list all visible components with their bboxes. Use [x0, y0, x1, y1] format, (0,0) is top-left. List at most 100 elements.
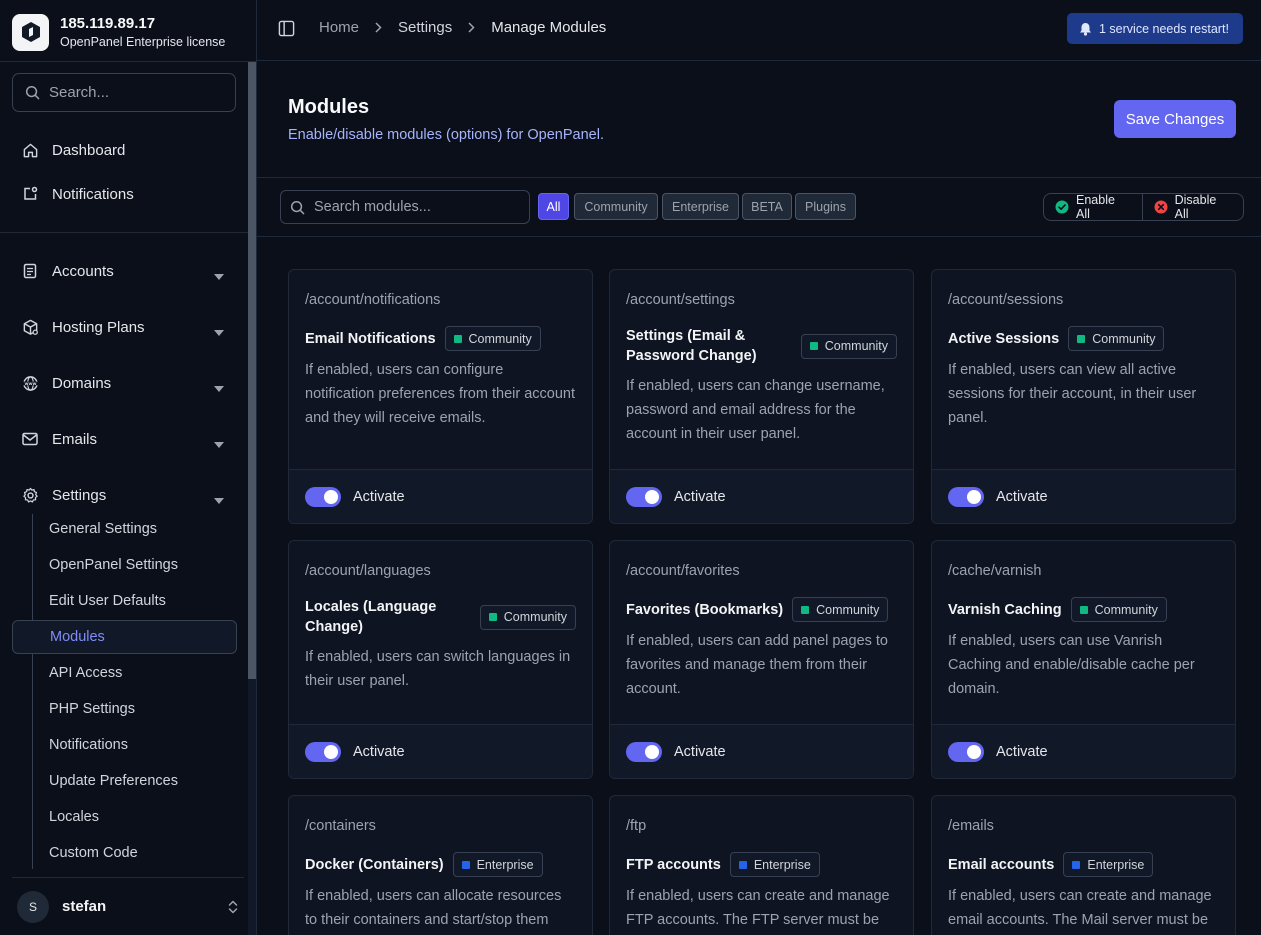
activate-toggle[interactable] [626, 486, 662, 507]
save-changes-button[interactable]: Save Changes [1114, 100, 1236, 138]
module-card: /containers Docker (Containers) Enterpri… [288, 795, 593, 935]
module-search[interactable] [280, 190, 530, 224]
bell-icon [1079, 22, 1092, 36]
enable-all-button[interactable]: Enable All [1044, 193, 1142, 221]
activate-label: Activate [674, 743, 726, 760]
filter-chip-enterprise[interactable]: Enterprise [662, 193, 739, 220]
license-label: OpenPanel Enterprise license [60, 35, 226, 49]
x-circle-icon [1154, 200, 1168, 214]
tier-badge: Community [1070, 597, 1167, 622]
tier-badge: Enterprise [1063, 852, 1154, 877]
globe-www-icon: www [21, 374, 39, 392]
sidebar-subitem-openpanel-settings[interactable]: OpenPanel Settings [12, 548, 237, 582]
sidebar-search-input[interactable] [49, 84, 219, 101]
disable-all-label: Disable All [1174, 193, 1217, 221]
brand[interactable]: 185.119.89.17 OpenPanel Enterprise licen… [12, 12, 247, 52]
tier-badge: Community [479, 604, 576, 630]
filter-chip-beta[interactable]: BETA [742, 193, 792, 220]
sidebar-subitem-notifications[interactable]: Notifications [12, 728, 237, 762]
breadcrumb-settings[interactable]: Settings [398, 19, 452, 36]
gear-icon [21, 486, 39, 504]
chevron-right-icon [375, 22, 382, 33]
activate-label: Activate [996, 488, 1048, 505]
module-path: /account/sessions [948, 292, 1064, 308]
module-footer: Activate [932, 469, 1235, 523]
sidebar-subitem-custom-code[interactable]: Custom Code [12, 836, 237, 870]
module-footer: Activate [289, 469, 592, 523]
sidebar-item-notifications[interactable]: Notifications [12, 176, 236, 212]
sidebar-subitem-update-preferences[interactable]: Update Preferences [12, 764, 237, 798]
sidebar-subitem-modules[interactable]: Modules [12, 620, 237, 654]
sidebar-item-label: Emails [52, 430, 98, 448]
sidebar-item-accounts[interactable]: Accounts [12, 253, 236, 289]
sidebar-subitem-php-settings[interactable]: PHP Settings [12, 692, 237, 726]
module-path: /emails [948, 818, 994, 834]
module-title: Email Notifications [305, 330, 436, 347]
breadcrumb-current: Manage Modules [491, 19, 607, 36]
sidebar-search[interactable] [12, 73, 236, 112]
chevron-up-down-icon [228, 900, 238, 918]
sidebar-item-settings[interactable]: Settings [12, 477, 236, 513]
restart-notice-label: 1 service needs restart! [1099, 21, 1229, 36]
accounts-icon [21, 262, 39, 280]
sidebar-subitem-locales[interactable]: Locales [12, 800, 237, 834]
module-title: Email accounts [948, 856, 1055, 873]
tier-badge-label: Community [816, 602, 880, 617]
notification-icon [21, 185, 39, 203]
module-description: If enabled, users can switch languages i… [305, 649, 571, 689]
sidebar-item-label: Accounts [52, 262, 114, 280]
module-description: If enabled, users can allocate resources… [305, 888, 562, 928]
sidebar-toggle-icon[interactable] [278, 20, 295, 41]
activate-toggle[interactable] [948, 741, 984, 762]
sidebar-subitem-label: Custom Code [49, 845, 138, 861]
tier-badge-label: Enterprise [753, 857, 811, 872]
activate-label: Activate [996, 743, 1048, 760]
activate-toggle[interactable] [305, 741, 341, 762]
sidebar-item-domains[interactable]: www Domains [12, 365, 236, 401]
filter-chip-community[interactable]: Community [574, 193, 658, 220]
module-title: FTP accounts [626, 856, 721, 873]
module-title: Favorites (Bookmarks) [626, 601, 784, 618]
activate-toggle[interactable] [305, 486, 341, 507]
filter-chip-all[interactable]: All [538, 193, 569, 220]
module-card: /account/languages Locales (Language Cha… [288, 540, 593, 779]
breadcrumb: Home Settings Manage Modules [319, 19, 606, 36]
search-icon [25, 85, 40, 100]
module-title: Docker (Containers) [305, 856, 444, 873]
module-description: If enabled, users can create and manage … [948, 888, 1212, 928]
user-menu[interactable]: S stefan [12, 877, 244, 935]
sidebar-item-label: Notifications [52, 185, 134, 203]
sidebar-item-dashboard[interactable]: Dashboard [12, 132, 236, 168]
activate-toggle[interactable] [948, 486, 984, 507]
module-title: Locales (Language Change) [305, 599, 437, 635]
sidebar-item-label: Settings [52, 486, 107, 504]
sidebar: 185.119.89.17 OpenPanel Enterprise licen… [0, 0, 257, 935]
module-search-input[interactable] [314, 199, 514, 215]
tier-badge: Community [800, 333, 897, 359]
module-description: If enabled, users can add panel pages to… [626, 633, 888, 697]
server-ip: 185.119.89.17 [60, 15, 156, 32]
module-footer: Activate [289, 724, 592, 778]
module-description: If enabled, users can view all active se… [948, 362, 1197, 426]
module-card: /cache/varnish Varnish Caching Community… [931, 540, 1236, 779]
module-path: /account/notifications [305, 292, 441, 308]
sidebar-scroll-thumb[interactable] [248, 62, 256, 679]
disable-all-button[interactable]: Disable All [1143, 193, 1243, 221]
sidebar-subitem-edit-user-defaults[interactable]: Edit User Defaults [12, 584, 237, 618]
module-description: If enabled, users can create and manage … [626, 888, 890, 928]
module-description: If enabled, users can use Vanrish Cachin… [948, 633, 1195, 697]
sidebar-subitem-general-settings[interactable]: General Settings [12, 512, 237, 546]
filter-chip-plugins[interactable]: Plugins [795, 193, 856, 220]
module-path: /account/favorites [626, 563, 740, 579]
page-header: Modules Enable/disable modules (options)… [257, 61, 1261, 178]
avatar: S [17, 890, 49, 923]
module-path: /account/settings [626, 292, 735, 308]
sidebar-item-hosting-plans[interactable]: Hosting Plans [12, 309, 236, 345]
restart-notice-button[interactable]: 1 service needs restart! [1067, 13, 1243, 44]
sidebar-subitem-api-access[interactable]: API Access [12, 656, 237, 690]
sidebar-subitem-label: Update Preferences [49, 773, 178, 789]
breadcrumb-home[interactable]: Home [319, 19, 359, 36]
activate-toggle[interactable] [626, 741, 662, 762]
module-footer: Activate [932, 724, 1235, 778]
sidebar-item-emails[interactable]: Emails [12, 421, 236, 457]
